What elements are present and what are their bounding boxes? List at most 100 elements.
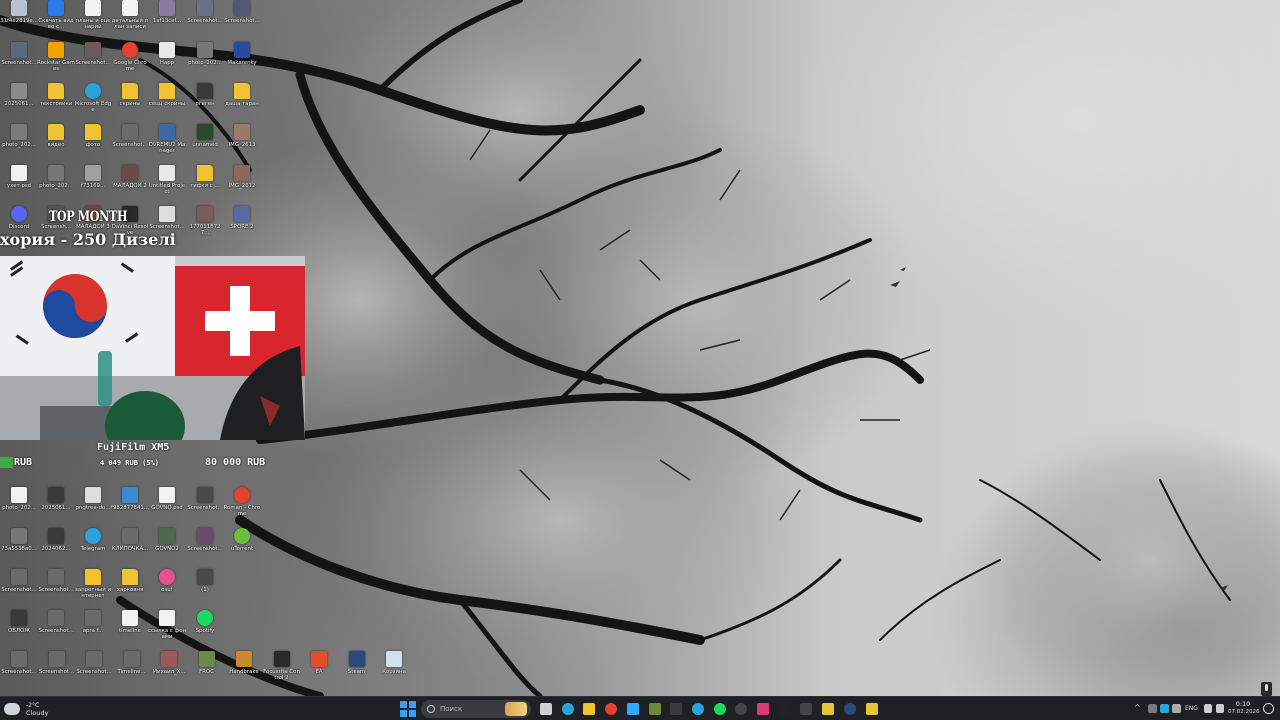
desktop-icon[interactable]: photo_202... [0,124,38,164]
desktop-icon[interactable]: текстовики [37,83,75,123]
desktop-icon[interactable]: Screenshot... [37,610,75,650]
desktop-icon[interactable]: Timeline... [113,651,151,691]
desktop-icon[interactable]: apra f... [74,610,112,650]
desktop-icon[interactable]: EA [300,651,338,691]
taskbar-app-edge[interactable] [559,700,577,718]
taskbar-search[interactable]: Поиск [421,700,531,718]
desktop-icon[interactable]: Rockstar Games [37,42,75,82]
taskbar-app-spotify[interactable] [711,700,729,718]
desktop-icon[interactable]: Steam [338,651,376,691]
desktop-icon[interactable]: osu! [148,569,186,609]
desktop-icon[interactable]: photo_202... [0,487,38,527]
desktop-icon[interactable]: планы и сценарий [74,0,112,40]
taskbar-app-steam[interactable] [841,700,859,718]
desktop-icon[interactable]: ОБЛОЖ [0,610,38,650]
desktop-icon[interactable]: Screenshot... [74,42,112,82]
desktop-icon[interactable]: IMG_2612 [223,165,261,205]
desktop-icon[interactable]: 1770118727... [186,206,224,246]
desktop-icon[interactable]: DVREMU2 Manager [148,124,186,164]
desktop-icon[interactable]: (1) [186,569,224,609]
desktop-icon[interactable]: Spotify [186,610,224,650]
taskbar-app-terminal[interactable] [797,700,815,718]
taskbar-app-file-explorer[interactable] [580,700,598,718]
chevron-up-icon[interactable]: ^ [1134,703,1141,712]
desktop-icon[interactable]: гифки с ... [186,165,224,205]
desktop-icon[interactable]: photo_202... [37,165,75,205]
desktop-icon[interactable]: f73169... [74,165,112,205]
desktop-icon[interactable]: Roman - Chrome [223,487,261,527]
desktop-icon[interactable]: unnamed [186,124,224,164]
desktop-icon[interactable]: ухет.psd [0,165,38,205]
desktop-icon[interactable]: Microsoft Edge [74,83,112,123]
desktop-icon[interactable]: 2025061... [37,487,75,527]
desktop-icon[interactable]: 2024062... [37,528,75,568]
desktop-icon[interactable]: Untitled Project [148,165,186,205]
volume-icon[interactable] [1216,704,1224,713]
desktop-icon[interactable]: 1af13cef... [148,0,186,40]
desktop-icon[interactable]: скрины [111,83,149,123]
taskbar-app-app-notes[interactable] [863,700,881,718]
desktop-icon[interactable]: Screenshot... [0,651,38,691]
desktop-icon[interactable]: pngtree-do... [74,487,112,527]
desktop-icon[interactable]: GOVNO.psd [148,487,186,527]
taskbar-app-minecraft[interactable] [646,700,664,718]
desktop-icon[interactable]: сёцц скрины [148,83,186,123]
desktop-icon[interactable]: даша таран [223,83,261,123]
desktop-icon[interactable]: Михаил_X... [150,651,188,691]
taskbar-clock[interactable]: 0:10 07.02.2026 [1228,700,1260,716]
desktop-icon[interactable]: Handbrake [225,651,263,691]
desktop-icon[interactable]: 31f4e2819e... [0,0,38,40]
taskbar-app-app-dark[interactable] [667,700,685,718]
taskbar-app-task-view[interactable] [537,700,555,718]
tray-telegram-icon[interactable] [1160,704,1169,713]
start-button[interactable] [400,701,416,717]
desktop-icon[interactable]: Screenshot... [0,569,38,609]
desktop-icon[interactable]: Screenshot... [223,0,261,40]
desktop-icon[interactable]: ргеген [186,83,224,123]
desktop-icon[interactable]: timeline [111,610,149,650]
taskbar-app-obs[interactable] [732,700,750,718]
network-icon[interactable] [1204,704,1212,713]
desktop-icon[interactable]: Скачать видео с... [37,0,75,40]
weather-widget[interactable]: -2°C Cloudy [4,699,48,719]
desktop-icon[interactable]: Screenshot... [75,651,113,691]
microphone-indicator-icon[interactable] [1261,682,1272,696]
desktop-icon[interactable]: GOVNO2 [148,528,186,568]
desktop-icon[interactable]: Happ [148,42,186,82]
desktop-icon[interactable]: видео [37,124,75,164]
desktop-icon[interactable]: Screenshot... [186,487,224,527]
desktop-icon[interactable]: uTorrent [223,528,261,568]
tray-cloud-icon[interactable] [1172,704,1181,713]
desktop-icon[interactable]: Screenshot... [37,569,75,609]
desktop-icon[interactable]: Makarenky [223,42,261,82]
desktop-icon[interactable]: Корзина [375,651,413,691]
desktop-icon[interactable]: SPORE 2 [223,206,261,246]
desktop-icon[interactable]: детальный план записи [111,0,149,40]
taskbar-app-chrome[interactable] [602,700,620,718]
desktop-icon[interactable]: фото [74,124,112,164]
taskbar-app-app-yellow[interactable] [819,700,837,718]
desktop-icon[interactable]: запретный интернет [74,569,112,609]
desktop-icon[interactable]: Screenshot... [0,42,38,82]
desktop-icon[interactable]: КЛИПОЧКА... [111,528,149,568]
desktop-icon[interactable]: Screenshot... [111,124,149,164]
taskbar-app-app-h[interactable] [776,700,794,718]
desktop-icon[interactable]: f982877841... [111,487,149,527]
notification-icon[interactable] [1263,703,1274,714]
language-indicator[interactable]: ENG [1185,705,1198,712]
tray-app-icon[interactable] [1148,704,1157,713]
taskbar-app-app-pink[interactable] [754,700,772,718]
desktop-icon[interactable]: 2025061... [0,83,38,123]
desktop-icon[interactable]: IMG_2613 [223,124,261,164]
desktop-icon[interactable]: Google Chrome [111,42,149,82]
desktop-icon[interactable]: FROC [188,651,226,691]
desktop-icon[interactable]: Focusrite Control 2 [263,651,301,691]
taskbar-app-telegram[interactable] [689,700,707,718]
desktop-icon[interactable]: Screenshot... [186,528,224,568]
desktop-icon[interactable]: photo_202... [186,42,224,82]
desktop-icon[interactable]: Screenshot... [186,0,224,40]
desktop-icon[interactable]: ссылка с фонами [148,610,186,650]
taskbar-app-photoshop[interactable] [624,700,642,718]
desktop-icon[interactable]: 73a5538a0... [0,528,38,568]
desktop-icon[interactable]: харковня [111,569,149,609]
